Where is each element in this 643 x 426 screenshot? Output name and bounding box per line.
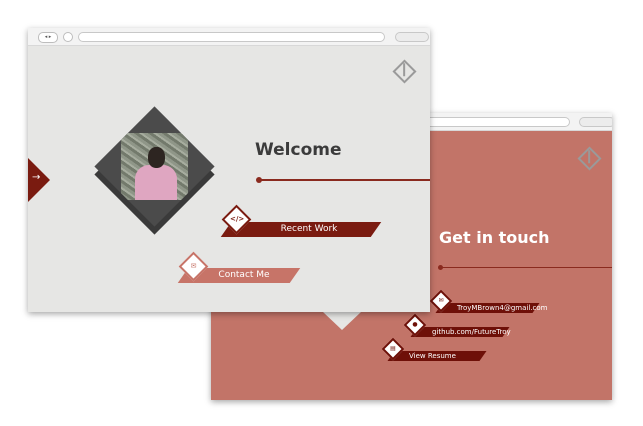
window-notch — [323, 312, 361, 330]
profile-photo-frame — [94, 106, 215, 227]
photo-person-head — [148, 147, 165, 168]
document-icon-glyph: ▤ — [390, 345, 396, 352]
title-divider-dot — [256, 177, 262, 183]
resume-link[interactable]: View Resume — [387, 351, 487, 361]
back-forward-buttons[interactable]: ◂ ▸ — [38, 32, 58, 43]
address-bar[interactable] — [78, 32, 385, 42]
browser-chrome: ◂ ▸ — [28, 28, 430, 46]
email-link[interactable]: TroyMBrown4@gmail.com — [435, 303, 548, 313]
browser-extension-area[interactable] — [579, 117, 612, 127]
mail-icon-glyph: ✉ — [190, 262, 197, 270]
github-link-label: github.com/FutureTroy — [432, 328, 511, 336]
logo-icon[interactable] — [577, 146, 602, 171]
profile-photo — [121, 133, 188, 200]
welcome-window: ◂ ▸ → Welcome Recent Work </> Contact Me… — [28, 28, 430, 312]
browser-extension-area[interactable] — [395, 32, 429, 42]
logo-icon[interactable] — [392, 59, 417, 84]
heading-divider — [441, 267, 612, 268]
photo-person-shirt — [135, 165, 177, 200]
reload-button[interactable] — [63, 32, 73, 42]
resume-link-label: View Resume — [409, 352, 456, 360]
code-icon-glyph: </> — [230, 215, 245, 223]
email-link-label: TroyMBrown4@gmail.com — [457, 304, 548, 312]
page-title: Welcome — [255, 140, 342, 160]
mail-icon-glyph: ✉ — [438, 297, 444, 304]
contact-heading: Get in touch — [439, 228, 550, 247]
recent-work-label: Recent Work — [280, 224, 338, 234]
github-link[interactable]: github.com/FutureTroy — [410, 327, 511, 337]
title-divider — [259, 179, 430, 181]
github-icon-glyph: ● — [412, 321, 418, 328]
arrow-right-icon[interactable]: → — [32, 172, 40, 184]
